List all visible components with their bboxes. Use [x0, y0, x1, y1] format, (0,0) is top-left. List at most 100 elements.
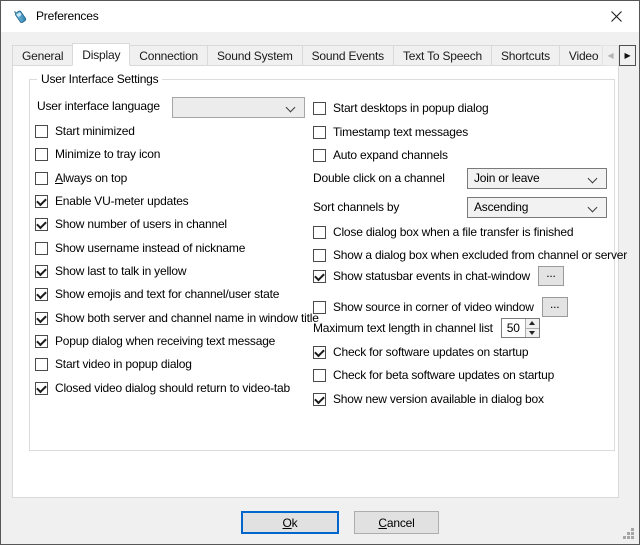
sort-channels-label: Sort channels by	[313, 200, 467, 214]
checkbox-row-last-to-talk[interactable]: Show last to talk in yellow	[35, 263, 186, 279]
arrow-left-icon: ◀	[608, 51, 614, 60]
checkbox[interactable]	[35, 382, 48, 395]
checkbox-row-emojis[interactable]: Show emojis and text for channel/user st…	[35, 286, 279, 302]
spin-down-button[interactable]	[526, 329, 539, 338]
tab-scroll-buttons: ◀ ▶	[602, 45, 636, 66]
tab-display[interactable]: Display	[72, 43, 130, 66]
tab-sound-system[interactable]: Sound System	[207, 45, 303, 66]
checkbox-row-close-on-transfer[interactable]: Close dialog box when a file transfer is…	[313, 224, 573, 240]
tab-video[interactable]: Video	[559, 45, 601, 66]
checkbox[interactable]	[35, 242, 48, 255]
title-bar[interactable]: Preferences	[1, 1, 639, 32]
checkbox[interactable]	[35, 358, 48, 371]
checkbox-row-updates[interactable]: Check for software updates on startup	[313, 344, 528, 360]
checkbox-row-new-version[interactable]: Show new version available in dialog box	[313, 391, 544, 407]
checkbox-label: Show username instead of nickname	[55, 241, 245, 255]
tab-connection[interactable]: Connection	[129, 45, 208, 66]
sort-channels-row: Sort channels by Ascending	[313, 196, 607, 218]
close-icon	[611, 11, 622, 22]
statusbar-events-ellipsis-button[interactable]: ...	[538, 266, 564, 286]
sort-channels-value: Ascending	[474, 200, 528, 214]
checkbox[interactable]	[313, 301, 326, 314]
checkbox-row-window-title[interactable]: Show both server and channel name in win…	[35, 310, 319, 326]
tab-scroll-left-button[interactable]: ◀	[602, 45, 619, 66]
checkbox-row-video-tab-return[interactable]: Closed video dialog should return to vid…	[35, 380, 290, 396]
checkbox[interactable]	[313, 102, 326, 115]
tab-scroll-right-button[interactable]: ▶	[619, 45, 636, 66]
checkbox-row-popup-text-message[interactable]: Popup dialog when receiving text message	[35, 333, 275, 349]
sort-channels-combobox[interactable]: Ascending	[467, 197, 607, 218]
max-text-length-row: Maximum text length in channel list 50	[313, 318, 540, 338]
cancel-button-label: Cancel	[378, 516, 414, 530]
tab-general[interactable]: General	[12, 45, 73, 66]
checkbox[interactable]	[35, 148, 48, 161]
checkbox-row-vu-meter[interactable]: Enable VU-meter updates	[35, 193, 188, 209]
language-row: User interface language	[37, 98, 160, 114]
checkbox-row-auto-expand[interactable]: Auto expand channels	[313, 147, 448, 163]
double-click-value: Join or leave	[474, 171, 539, 185]
group-title: User Interface Settings	[37, 72, 162, 86]
checkbox-label: Close dialog box when a file transfer is…	[333, 225, 573, 239]
checkbox[interactable]	[35, 125, 48, 138]
checkbox-label: Show both server and channel name in win…	[55, 311, 319, 325]
checkbox[interactable]	[35, 172, 48, 185]
max-text-length-spinbox[interactable]: 50	[501, 318, 540, 338]
checkbox[interactable]	[35, 312, 48, 325]
tab-sound-events[interactable]: Sound Events	[302, 45, 394, 66]
checkbox[interactable]	[313, 126, 326, 139]
checkbox[interactable]	[313, 249, 326, 262]
statusbar-events-row[interactable]: Show statusbar events in chat-window ...	[313, 266, 564, 286]
checkbox-row-timestamp[interactable]: Timestamp text messages	[313, 124, 468, 140]
ellipsis-icon: ...	[546, 268, 555, 278]
checkbox-row-video-popup[interactable]: Start video in popup dialog	[35, 356, 192, 372]
tab-text-to-speech[interactable]: Text To Speech	[393, 45, 492, 66]
checkbox-row-minimize-to-tray[interactable]: Minimize to tray icon	[35, 146, 160, 162]
triangle-up-icon	[529, 321, 535, 325]
checkbox-label: Show number of users in channel	[55, 217, 227, 231]
checkbox-row-always-on-top[interactable]: Always on top	[35, 170, 127, 186]
cancel-button[interactable]: Cancel	[354, 511, 439, 534]
checkbox-row-beta-updates[interactable]: Check for beta software updates on start…	[313, 367, 554, 383]
checkbox[interactable]	[313, 393, 326, 406]
checkbox[interactable]	[313, 369, 326, 382]
app-icon	[12, 8, 29, 25]
checkbox-label: Always on top	[55, 171, 127, 185]
close-button[interactable]	[594, 1, 639, 32]
checkbox[interactable]	[35, 218, 48, 231]
checkbox-row-start-minimized[interactable]: Start minimized	[35, 123, 135, 139]
checkbox-row-user-count[interactable]: Show number of users in channel	[35, 216, 227, 232]
video-source-ellipsis-button[interactable]: ...	[542, 297, 568, 317]
tab-shortcuts[interactable]: Shortcuts	[491, 45, 560, 66]
checkbox[interactable]	[313, 270, 326, 283]
checkbox[interactable]	[313, 149, 326, 162]
checkbox-row-excluded-dialog[interactable]: Show a dialog box when excluded from cha…	[313, 247, 627, 263]
spin-up-button[interactable]	[526, 319, 539, 329]
resize-grip[interactable]	[622, 527, 635, 540]
checkbox-label: Enable VU-meter updates	[55, 194, 188, 208]
checkbox[interactable]	[313, 346, 326, 359]
checkbox-row-desktops-popup[interactable]: Start desktops in popup dialog	[313, 100, 488, 116]
checkbox-label: Check for software updates on startup	[333, 345, 528, 359]
checkbox[interactable]	[35, 335, 48, 348]
checkbox-row-username-nickname[interactable]: Show username instead of nickname	[35, 240, 245, 256]
checkbox-label: Show statusbar events in chat-window	[333, 269, 530, 283]
arrow-right-icon: ▶	[625, 51, 631, 60]
checkbox[interactable]	[313, 226, 326, 239]
checkbox[interactable]	[35, 195, 48, 208]
spinbox-value[interactable]: 50	[502, 319, 525, 337]
checkbox[interactable]	[35, 288, 48, 301]
checkbox[interactable]	[35, 265, 48, 278]
ok-button-label: Ok	[283, 516, 298, 530]
checkbox-label: Closed video dialog should return to vid…	[55, 381, 290, 395]
video-source-row[interactable]: Show source in corner of video window ..…	[313, 297, 568, 317]
ellipsis-icon: ...	[550, 299, 559, 309]
triangle-down-icon	[529, 331, 535, 335]
language-label: User interface language	[37, 99, 160, 113]
spinbox-buttons	[525, 319, 539, 337]
checkbox-label: Popup dialog when receiving text message	[55, 334, 275, 348]
ok-button[interactable]: Ok	[241, 511, 339, 534]
checkbox-label: Show new version available in dialog box	[333, 392, 544, 406]
double-click-combobox[interactable]: Join or leave	[467, 168, 607, 189]
language-combobox[interactable]	[172, 97, 305, 118]
checkbox-label: Minimize to tray icon	[55, 147, 160, 161]
